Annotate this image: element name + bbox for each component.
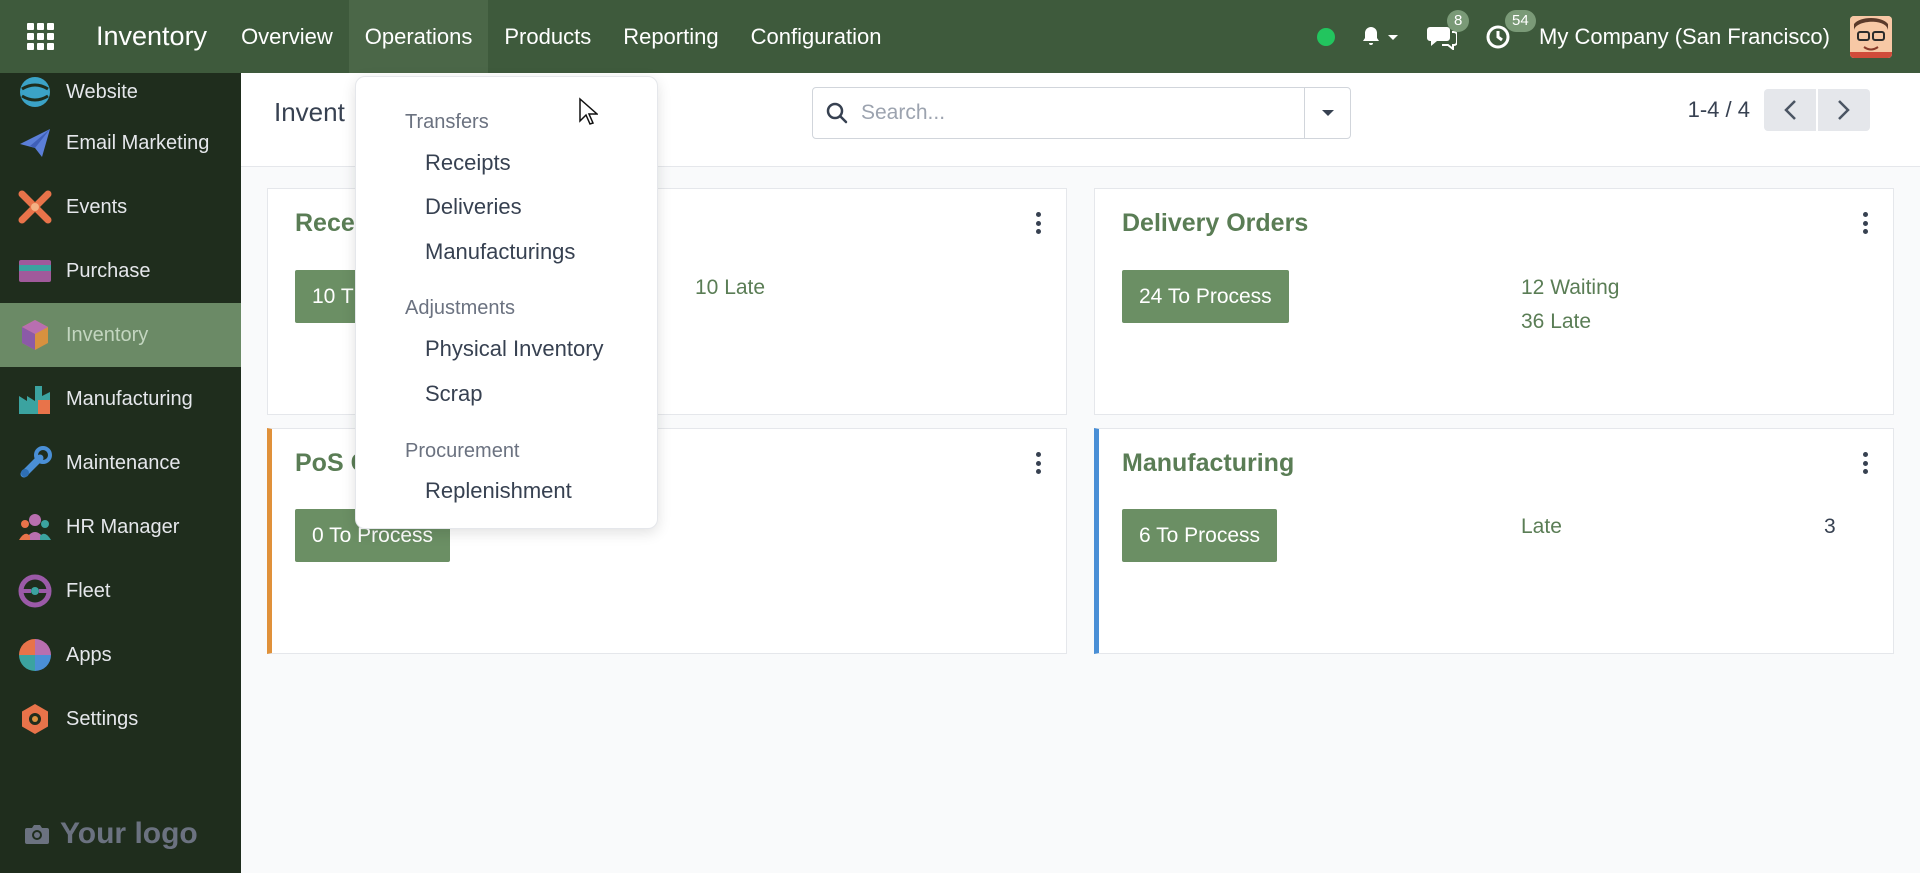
- menu-products[interactable]: Products: [488, 0, 607, 73]
- sidebar-item-label: HR Manager: [66, 515, 180, 538]
- sidebar-item-label: Inventory: [66, 323, 149, 346]
- pager-next-button[interactable]: [1818, 89, 1870, 131]
- user-avatar[interactable]: [1850, 15, 1892, 58]
- sidebar-item-label: Website: [66, 80, 138, 103]
- sidebar-item-apps[interactable]: Apps: [0, 623, 241, 687]
- search-bar: [812, 87, 1351, 139]
- card-menu-button[interactable]: [1859, 449, 1871, 477]
- sidebar-item-label: Email Marketing: [66, 131, 210, 154]
- sidebar-item-inventory[interactable]: Inventory: [0, 303, 241, 367]
- sidebar-item-hr-manager[interactable]: HR Manager: [0, 495, 241, 559]
- chevron-left-icon: [1784, 100, 1796, 120]
- chat-count-badge: 8: [1447, 9, 1470, 32]
- late-stat[interactable]: 36 Late: [1521, 310, 1591, 334]
- mouse-cursor-icon: [579, 97, 598, 125]
- card-title[interactable]: Manufacturing: [1122, 449, 1294, 478]
- dropdown-item-scrap[interactable]: Scrap: [425, 381, 482, 407]
- to-process-button[interactable]: 6 To Process: [1122, 509, 1278, 562]
- sidebar-item-fleet[interactable]: Fleet: [0, 559, 241, 623]
- pager-previous-button[interactable]: [1764, 89, 1816, 131]
- fleet-icon: [18, 574, 52, 608]
- card-menu-button[interactable]: [1859, 209, 1871, 237]
- maintenance-icon: [18, 446, 52, 480]
- dropdown-item-physical-inventory[interactable]: Physical Inventory: [425, 336, 604, 362]
- search-icon: [813, 87, 861, 139]
- sidebar-item-label: Events: [66, 195, 128, 218]
- sidebar-item-label: Fleet: [66, 579, 111, 602]
- menu-overview[interactable]: Overview: [225, 0, 349, 73]
- to-process-button[interactable]: 24 To Process: [1122, 270, 1289, 323]
- search-input[interactable]: [861, 88, 1304, 138]
- inventory-icon: [18, 318, 52, 352]
- chevron-right-icon: [1838, 100, 1850, 120]
- dropdown-header-procurement: Procurement: [405, 440, 520, 462]
- events-icon: [18, 190, 52, 224]
- company-logo-placeholder[interactable]: Your logo: [24, 817, 198, 851]
- camera-icon: [25, 825, 49, 844]
- dropdown-header-adjustments: Adjustments: [405, 297, 516, 319]
- waiting-stat[interactable]: 12 Waiting: [1521, 276, 1619, 300]
- breadcrumb: Invent: [274, 97, 345, 127]
- sidebar-item-label: Settings: [66, 707, 139, 730]
- sidebar-item-label: Apps: [66, 643, 112, 666]
- pager: 1-4 / 4: [1688, 89, 1870, 131]
- notifications-button[interactable]: [1359, 25, 1399, 49]
- sidebar-item-manufacturing[interactable]: Manufacturing: [0, 367, 241, 431]
- grid-icon: [26, 23, 54, 50]
- sidebar-item-events[interactable]: Events: [0, 175, 241, 239]
- search-options-toggle[interactable]: [1304, 88, 1350, 138]
- kanban-card-delivery-orders: Delivery Orders 24 To Process 12 Waiting…: [1094, 188, 1894, 415]
- late-stat[interactable]: 10 Late: [695, 276, 765, 300]
- sidebar-item-label: Purchase: [66, 259, 151, 282]
- sidebar-item-settings[interactable]: Settings: [0, 687, 241, 751]
- apps-icon: [18, 638, 52, 672]
- app-menu-button[interactable]: [0, 0, 80, 73]
- website-icon: [18, 75, 52, 109]
- card-title[interactable]: Delivery Orders: [1122, 209, 1308, 238]
- menu-reporting[interactable]: Reporting: [607, 0, 734, 73]
- activities-button[interactable]: 54: [1485, 9, 1536, 50]
- sidebar-item-email-marketing[interactable]: Email Marketing: [0, 111, 241, 175]
- operations-dropdown-menu: Transfers Receipts Deliveries Manufactur…: [355, 76, 658, 529]
- dropdown-item-replenishment[interactable]: Replenishment: [425, 478, 572, 504]
- dropdown-header-transfers: Transfers: [405, 111, 489, 133]
- apps-sidebar: Website Email Marketing Events Purchase …: [0, 73, 241, 873]
- sidebar-item-purchase[interactable]: Purchase: [0, 239, 241, 303]
- dropdown-item-receipts[interactable]: Receipts: [425, 150, 511, 176]
- status-indicator: [1317, 27, 1336, 46]
- messages-button[interactable]: 8: [1427, 9, 1470, 50]
- card-title[interactable]: Recei: [295, 209, 362, 238]
- late-count[interactable]: 3: [1824, 515, 1836, 539]
- caret-down-icon: [1321, 110, 1334, 116]
- sidebar-item-maintenance[interactable]: Maintenance: [0, 431, 241, 495]
- hr-manager-icon: [18, 510, 52, 544]
- dropdown-item-manufacturings[interactable]: Manufacturings: [425, 239, 575, 265]
- sidebar-item-label: Manufacturing: [66, 387, 193, 410]
- late-label[interactable]: Late: [1521, 515, 1562, 539]
- logo-text: Your logo: [60, 817, 198, 850]
- sidebar-item-label: Maintenance: [66, 451, 181, 474]
- dropdown-item-deliveries[interactable]: Deliveries: [425, 194, 522, 220]
- card-menu-button[interactable]: [1032, 449, 1044, 477]
- activity-count-badge: 54: [1505, 9, 1536, 32]
- chevron-down-icon: [1388, 34, 1399, 40]
- menu-operations[interactable]: Operations: [348, 0, 489, 73]
- manufacturing-icon: [18, 382, 52, 416]
- company-switcher[interactable]: My Company (San Francisco): [1539, 24, 1830, 50]
- email-marketing-icon: [18, 126, 52, 160]
- app-brand[interactable]: Inventory: [96, 21, 207, 52]
- menu-configuration[interactable]: Configuration: [735, 0, 898, 73]
- card-menu-button[interactable]: [1032, 209, 1044, 237]
- sidebar-item-website[interactable]: Website: [0, 73, 241, 111]
- top-navbar: Inventory Overview Operations Products R…: [0, 0, 1920, 73]
- bell-icon: [1363, 26, 1380, 45]
- settings-icon: [18, 702, 52, 736]
- purchase-icon: [18, 254, 52, 288]
- kanban-card-manufacturing: Manufacturing 6 To Process Late 3: [1094, 428, 1894, 654]
- pager-value[interactable]: 1-4 / 4: [1688, 97, 1750, 123]
